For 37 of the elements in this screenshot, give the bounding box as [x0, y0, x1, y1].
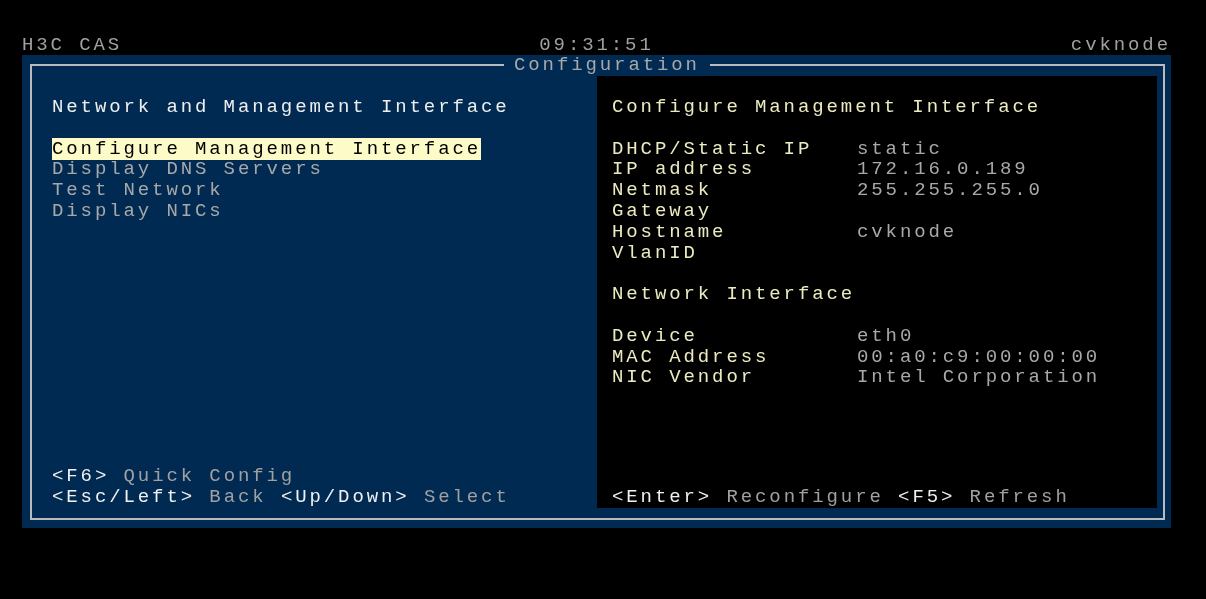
details-title: Configure Management Interface — [612, 97, 1043, 118]
field-label: DHCP/Static IP — [612, 138, 814, 160]
field-value: 172.16.0.189 — [857, 159, 1030, 181]
menu-item[interactable]: Display DNS Servers — [52, 158, 324, 181]
hint-label: Reconfigure — [726, 486, 884, 509]
host-name: cvknode — [1070, 35, 1171, 55]
menu-item[interactable]: Test Network — [52, 179, 224, 202]
field-label: Netmask — [612, 180, 714, 201]
field-value: 00:a0:c9:00:00:00 — [857, 346, 1102, 368]
field-value: cvknode — [857, 221, 959, 243]
hint-label: Back — [209, 486, 267, 509]
product-name: H3C CAS — [22, 35, 123, 55]
clock-time: 09:31:51 — [539, 35, 654, 55]
field-value: eth0 — [857, 325, 916, 347]
hint-key: <Esc/Left> — [52, 486, 196, 509]
hint-label: Select — [423, 486, 510, 509]
field-label: MAC Address — [612, 346, 771, 368]
hint-key: <F6> — [52, 465, 110, 488]
field-value: Intel Corporation — [857, 367, 1102, 389]
hint-key: <Enter> — [612, 486, 713, 509]
field-label: IP address — [612, 159, 757, 181]
field-label: Gateway — [612, 201, 714, 222]
field-label: NIC Vendor — [612, 367, 757, 389]
hint-label: Quick Config — [123, 465, 296, 488]
field-value: static — [857, 138, 944, 160]
field-label: Device — [612, 325, 699, 347]
dialog-title: Configuration — [504, 55, 710, 75]
field-label: VlanID — [612, 242, 699, 264]
menu-item[interactable]: Display NICs — [52, 200, 224, 222]
hint-label: Refresh — [969, 486, 1070, 509]
field-value: 255.255.255.0 — [857, 180, 1044, 201]
menu-item[interactable]: Configure Management Interface — [52, 137, 482, 160]
section-title: Network Interface — [612, 284, 857, 305]
hint-key: <F5> — [898, 486, 956, 509]
field-label: Hostname — [612, 221, 728, 243]
hint-key: <Up/Down> — [280, 486, 410, 509]
menu-title: Network and Management Interface — [52, 97, 511, 118]
